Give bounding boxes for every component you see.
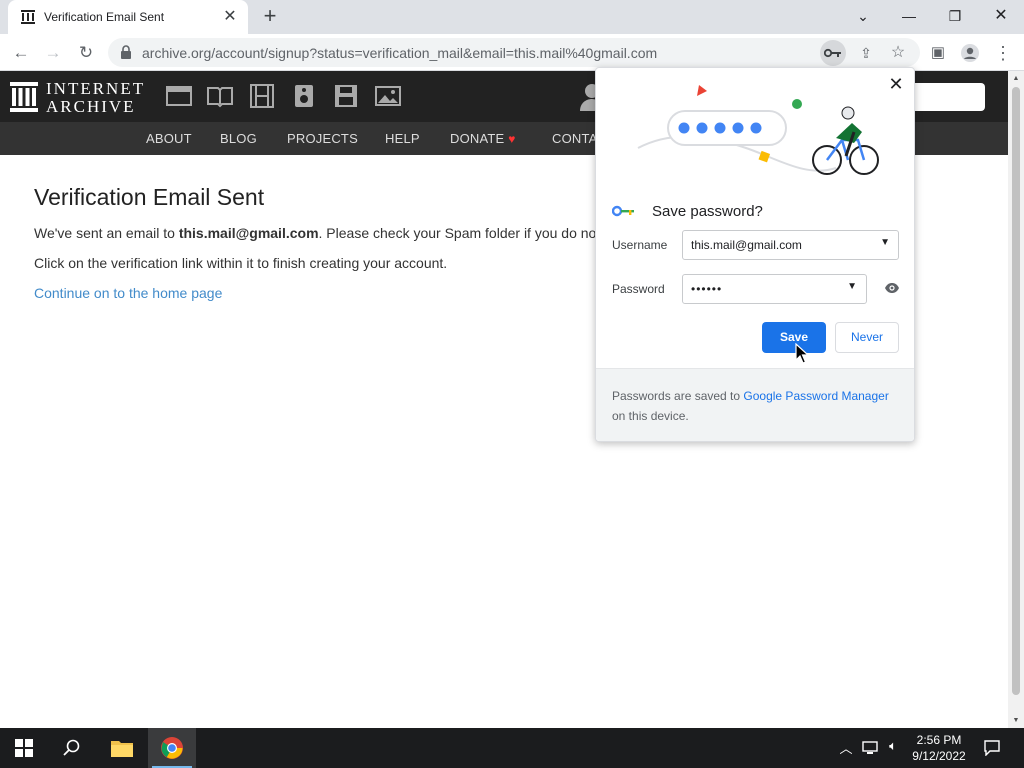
password-manager-link[interactable]: Google Password Manager	[743, 389, 888, 403]
web-icon[interactable]	[166, 84, 192, 108]
browser-tab[interactable]: Verification Email Sent ✕	[8, 0, 248, 34]
sent-message-prefix: We've sent an email to	[34, 225, 179, 241]
footer-text-prefix: Passwords are saved to	[612, 389, 744, 403]
chrome-icon[interactable]	[148, 728, 196, 768]
username-value: this.mail@gmail.com	[691, 238, 802, 252]
archive-temple-icon	[10, 82, 38, 112]
archive-favicon-icon	[21, 10, 35, 24]
close-icon[interactable]: ✕	[886, 74, 906, 94]
nav-blog[interactable]: BLOG	[220, 131, 257, 146]
password-select[interactable]: •••••• ▼	[682, 274, 867, 304]
maximize-icon[interactable]: ❐	[932, 2, 978, 30]
instruction-text: Click on the verification link within it…	[34, 255, 448, 271]
email-address: this.mail@gmail.com	[178, 225, 319, 241]
clock-time: 2:56 PM	[916, 733, 962, 747]
save-password-dialog: ✕ Save password? Username this.mail@gmai…	[595, 67, 915, 442]
dropdown-caret-icon: ▼	[847, 281, 858, 292]
footer-text-suffix: on this device.	[612, 409, 689, 423]
close-icon[interactable]: ✕	[220, 7, 240, 27]
reload-icon[interactable]: ↻	[73, 40, 99, 66]
notifications-icon[interactable]	[984, 738, 1000, 758]
mouse-cursor-icon	[795, 343, 809, 364]
save-button[interactable]: Save	[762, 322, 826, 353]
nav-donate[interactable]: DONATE ♥	[450, 131, 516, 146]
main-content: Verification Email Sent We've sent an em…	[34, 184, 604, 303]
username-select[interactable]: this.mail@gmail.com ▼	[682, 230, 899, 260]
home-page-link[interactable]: Continue on to the home page	[34, 285, 222, 301]
dropdown-caret-icon: ▼	[880, 237, 890, 248]
scroll-down-icon[interactable]: ▼	[1012, 717, 1020, 724]
back-icon[interactable]: ←	[8, 40, 34, 66]
browser-toolbar: ← → ↻ archive.org/account/signup?status=…	[0, 34, 1024, 71]
star-icon[interactable]: ☆	[885, 40, 911, 66]
software-icon[interactable]	[333, 84, 359, 108]
tab-title: Verification Email Sent	[44, 10, 165, 24]
dialog-footer: Passwords are saved to Google Password M…	[596, 368, 914, 441]
logo-line2: ARCHIVE	[46, 97, 136, 116]
page-scrollbar[interactable]: ▲ ▼	[1008, 71, 1024, 728]
share-icon[interactable]: ⇪	[853, 40, 879, 66]
windows-start-icon[interactable]	[0, 728, 48, 768]
clock-date: 9/12/2022	[912, 749, 966, 763]
profile-icon[interactable]	[957, 40, 983, 66]
menu-icon[interactable]: ⋮	[990, 40, 1016, 66]
key-icon	[612, 205, 634, 217]
folder-icon[interactable]	[98, 728, 146, 768]
network-icon[interactable]	[862, 738, 878, 758]
save-password-illustration	[637, 85, 879, 175]
address-bar[interactable]: archive.org/account/signup?status=verifi…	[108, 38, 920, 67]
password-label: Password	[612, 282, 665, 296]
logo-line1: INTERNET	[46, 79, 146, 98]
nav-about[interactable]: ABOUT	[146, 131, 192, 146]
nav-help[interactable]: HELP	[385, 131, 420, 146]
clock[interactable]: 2:56 PM 9/12/2022	[908, 732, 970, 764]
nav-donate-label: DONATE	[450, 131, 505, 146]
never-button[interactable]: Never	[835, 322, 899, 353]
plus-icon[interactable]: +	[258, 5, 282, 29]
nav-projects[interactable]: PROJECTS	[287, 131, 358, 146]
scroll-up-icon[interactable]: ▲	[1012, 75, 1020, 82]
minimize-icon[interactable]: —	[886, 2, 932, 30]
username-label: Username	[612, 238, 668, 252]
url-text: archive.org/account/signup?status=verifi…	[142, 45, 658, 61]
key-icon[interactable]	[820, 40, 846, 66]
chevron-up-icon[interactable]: ︿	[838, 738, 854, 758]
forward-icon[interactable]: →	[40, 40, 66, 66]
sidepanel-icon[interactable]: ▣	[925, 40, 951, 66]
nav-contact[interactable]: CONTA	[552, 131, 598, 146]
password-value: ••••••	[691, 282, 723, 296]
heart-icon: ♥	[508, 132, 516, 146]
images-icon[interactable]	[375, 84, 401, 108]
dialog-title: Save password?	[652, 203, 763, 220]
windows-taskbar: ︿ 🔈︎ 2:56 PM 9/12/2022	[0, 728, 1024, 768]
page-title: Verification Email Sent	[34, 184, 265, 210]
window-close-icon[interactable]: ✕	[978, 2, 1024, 30]
audio-icon[interactable]	[291, 84, 317, 108]
eye-icon[interactable]	[884, 282, 900, 294]
volume-icon[interactable]: 🔈︎	[885, 738, 901, 758]
scrollbar-thumb[interactable]	[1012, 87, 1020, 695]
tab-search-icon[interactable]: ⌄	[840, 2, 886, 30]
sent-message-suffix: . Please check your Spam folder if you d…	[318, 225, 597, 241]
search-icon[interactable]	[48, 728, 96, 768]
tab-strip: Verification Email Sent ✕ + ⌄ — ❐ ✕	[0, 0, 1024, 34]
lock-icon	[121, 45, 131, 59]
texts-icon[interactable]	[207, 84, 233, 108]
sent-message: We've sent an email to this.mail@gmail.c…	[34, 225, 604, 241]
video-icon[interactable]	[249, 84, 275, 108]
